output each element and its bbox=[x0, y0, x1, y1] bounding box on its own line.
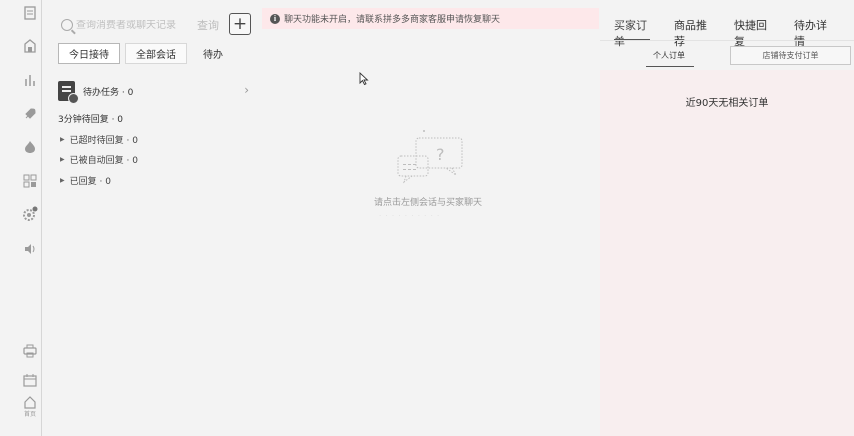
order-panel-header: 买家订单 商品推荐 快捷回复 待办详情 个人订单 店铺待支付订单 bbox=[600, 0, 854, 70]
todo-tasks-label: 待办任务 · 0 bbox=[83, 87, 134, 98]
search-box[interactable] bbox=[61, 14, 219, 36]
search-icon bbox=[61, 19, 73, 31]
add-button[interactable]: + bbox=[229, 13, 251, 35]
calendar-icon[interactable] bbox=[22, 372, 38, 388]
document-icon[interactable] bbox=[22, 5, 38, 21]
list-item-label: 已超时待回复 · 0 bbox=[69, 136, 138, 146]
warning-banner: i 聊天功能未开启，请联系拼多多商家客服申请恢复聊天 bbox=[262, 8, 599, 29]
tab-divider bbox=[600, 40, 854, 41]
subtab-underline bbox=[646, 66, 694, 67]
caret-right-icon: ▶ bbox=[60, 156, 65, 163]
tab-quick-reply[interactable]: 快捷回复 bbox=[734, 17, 770, 49]
grid-icon[interactable] bbox=[22, 173, 38, 189]
conversation-tabs: 今日接待 全部会话 待办 bbox=[58, 43, 239, 64]
printer-icon[interactable] bbox=[22, 343, 38, 359]
conversation-panel: 查询 + 今日接待 全部会话 待办 待办任务 · 0 › 3分钟待回复 · 0 … bbox=[43, 0, 258, 436]
chat-question-icon: ? bbox=[397, 130, 463, 184]
flame-icon[interactable] bbox=[22, 139, 38, 155]
tab-todo-detail[interactable]: 待办详情 bbox=[794, 17, 830, 49]
rocket-icon[interactable] bbox=[22, 106, 38, 122]
todo-tasks-row[interactable]: 待办任务 · 0 › bbox=[58, 80, 253, 104]
list-item-auto-replied[interactable]: ▶ 已被自动回复 · 0 bbox=[60, 153, 138, 166]
tab-today[interactable]: 今日接待 bbox=[58, 43, 120, 64]
info-icon: i bbox=[270, 13, 280, 24]
list-item-label: 已回复 · 0 bbox=[69, 177, 111, 187]
order-list-area: 近90天无相关订单 bbox=[600, 70, 854, 436]
home-icon[interactable] bbox=[22, 394, 38, 410]
mouse-cursor-icon bbox=[359, 72, 369, 86]
caret-right-icon: ▶ bbox=[60, 177, 65, 184]
speaker-icon[interactable] bbox=[22, 241, 38, 257]
order-panel-tabs: 买家订单 商品推荐 快捷回复 待办详情 bbox=[614, 17, 854, 49]
order-panel: 买家订单 商品推荐 快捷回复 待办详情 个人订单 店铺待支付订单 近90天无相关… bbox=[600, 0, 854, 436]
caret-right-icon: ▶ bbox=[60, 136, 65, 143]
task-list-icon bbox=[58, 81, 79, 104]
empty-state-text: 请点击左侧会话与买家聊天 bbox=[374, 198, 483, 208]
bar-chart-icon[interactable] bbox=[22, 72, 38, 88]
tab-buyer-orders[interactable]: 买家订单 bbox=[614, 17, 650, 49]
svg-text:?: ? bbox=[436, 145, 445, 164]
search-input[interactable] bbox=[76, 19, 196, 31]
list-item-replied[interactable]: ▶ 已回复 · 0 bbox=[60, 174, 111, 187]
gear-badge-icon[interactable] bbox=[22, 206, 38, 222]
list-item-label: 已被自动回复 · 0 bbox=[69, 156, 138, 166]
query-button[interactable]: 查询 bbox=[197, 17, 219, 33]
icon-rail: 首页 bbox=[0, 0, 42, 436]
reply-section-title: 3分钟待回复 · 0 bbox=[58, 115, 124, 125]
subtab-store-unpaid-orders[interactable]: 店铺待支付订单 bbox=[730, 46, 851, 65]
home-label: 首页 bbox=[24, 411, 37, 418]
list-item-timeout[interactable]: ▶ 已超时待回复 · 0 bbox=[60, 133, 138, 146]
tab-todo[interactable]: 待办 bbox=[192, 43, 234, 64]
subtab-personal-orders[interactable]: 个人订单 bbox=[653, 50, 685, 61]
chevron-right-icon[interactable]: › bbox=[244, 83, 249, 97]
shop-icon[interactable] bbox=[22, 38, 38, 54]
empty-state-subtext: · · · · · · · · · · bbox=[379, 212, 441, 220]
tab-all-sessions[interactable]: 全部会话 bbox=[125, 43, 187, 64]
tab-product-recommend[interactable]: 商品推荐 bbox=[674, 17, 710, 49]
banner-text: 聊天功能未开启，请联系拼多多商家客服申请恢复聊天 bbox=[284, 15, 501, 25]
no-orders-text: 近90天无相关订单 bbox=[685, 98, 769, 109]
